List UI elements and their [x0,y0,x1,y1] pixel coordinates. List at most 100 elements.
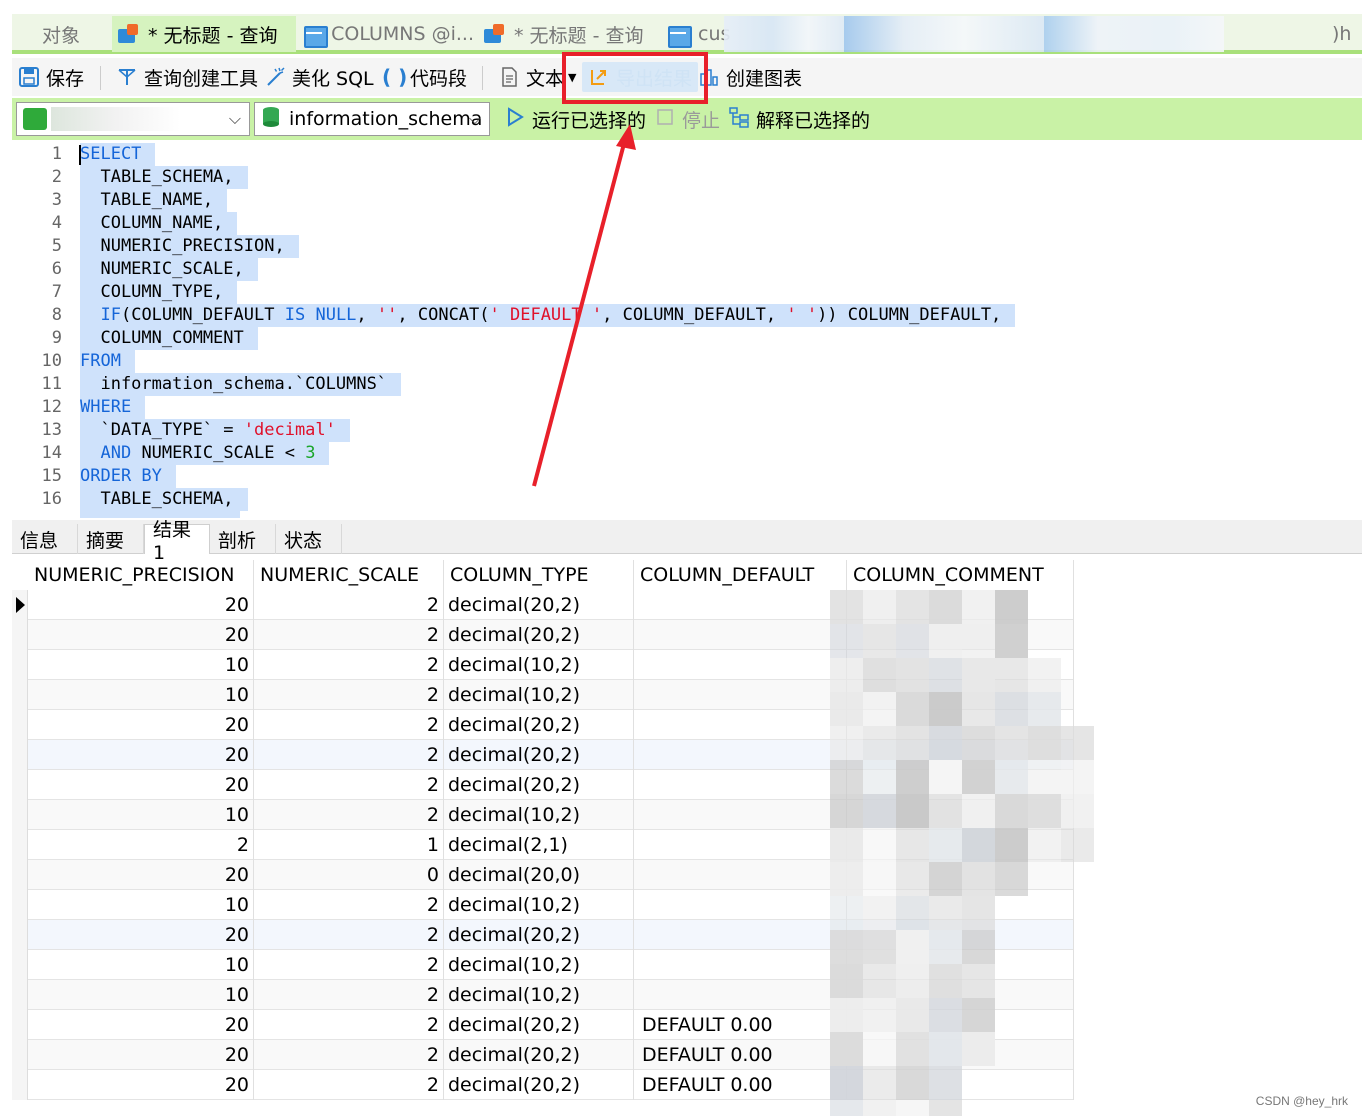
cell-column-default[interactable] [634,950,847,980]
cell-numeric-precision[interactable]: 20 [28,770,254,800]
cell-column-default[interactable] [634,620,847,650]
cell-column-type[interactable]: decimal(10,2) [444,650,634,680]
cell-column-default[interactable] [634,710,847,740]
cell-column-type[interactable]: decimal(10,2) [444,680,634,710]
cell-column-type[interactable]: decimal(10,2) [444,800,634,830]
tab-info[interactable]: 信息 [12,524,78,554]
tab-result-1[interactable]: 结果 1 [144,519,210,564]
stop-label: 停止 [682,109,721,132]
column-header[interactable]: COLUMN_COMMENT [847,560,1074,590]
column-header[interactable]: NUMERIC_PRECISION [28,560,254,590]
create-chart-label: 创建图表 [726,67,803,90]
cell-numeric-scale[interactable]: 2 [254,890,444,920]
cell-column-type[interactable]: decimal(20,2) [444,710,634,740]
cell-column-type[interactable]: decimal(10,2) [444,890,634,920]
cell-numeric-precision[interactable]: 20 [28,1070,254,1100]
tab-untitled-query[interactable]: * 无标题 - 查询 [478,16,658,52]
cell-column-type[interactable]: decimal(20,0) [444,860,634,890]
explain-selected-button[interactable]: 解释已选择的 [728,104,870,134]
cell-numeric-scale[interactable]: 2 [254,620,444,650]
tab-status[interactable]: 状态 [276,524,342,554]
cell-column-default[interactable] [634,740,847,770]
column-header[interactable]: NUMERIC_SCALE [254,560,444,590]
sql-editor[interactable]: 1 SELECT 2 TABLE_SCHEMA, 3 TABLE_NAME, 4 … [12,142,1362,518]
cell-numeric-precision[interactable]: 2 [28,830,254,860]
cell-numeric-precision[interactable]: 20 [28,1040,254,1070]
cell-numeric-precision[interactable]: 10 [28,890,254,920]
save-button[interactable]: 保存 [18,62,84,92]
cell-column-default[interactable] [634,800,847,830]
cell-column-default[interactable] [634,980,847,1010]
cell-numeric-precision[interactable]: 10 [28,680,254,710]
run-selected-button[interactable]: 运行已选择的 [504,104,646,134]
cell-column-default[interactable] [634,590,847,620]
tab-columns-table[interactable]: COLUMNS @i... [298,16,474,52]
cell-numeric-scale[interactable]: 2 [254,650,444,680]
code-snippet-button[interactable]: ( ) 代码段 [382,62,467,92]
cell-numeric-precision[interactable]: 20 [28,740,254,770]
cell-numeric-scale[interactable]: 2 [254,740,444,770]
cell-numeric-precision[interactable]: 10 [28,950,254,980]
query-builder-button[interactable]: 查询创建工具 [116,62,258,92]
cell-numeric-precision[interactable]: 20 [28,1010,254,1040]
pixelation-block [929,1032,962,1066]
pixelation-block [830,726,863,760]
tab-truncated[interactable]: )h [1330,16,1362,52]
tab-untitled-query-active[interactable]: * 无标题 - 查询 [112,16,296,52]
cell-numeric-precision[interactable]: 10 [28,650,254,680]
cell-column-type[interactable]: decimal(20,2) [444,920,634,950]
cell-numeric-scale[interactable]: 2 [254,1070,444,1100]
cell-column-type[interactable]: decimal(20,2) [444,1010,634,1040]
cell-numeric-scale[interactable]: 0 [254,860,444,890]
cell-column-default[interactable] [634,890,847,920]
cell-numeric-scale[interactable]: 2 [254,710,444,740]
cell-numeric-scale[interactable]: 2 [254,680,444,710]
cell-numeric-precision[interactable]: 20 [28,920,254,950]
cell-column-type[interactable]: decimal(2,1) [444,830,634,860]
cell-column-type[interactable]: decimal(20,2) [444,1040,634,1070]
cell-column-default[interactable] [634,650,847,680]
cell-numeric-scale[interactable]: 2 [254,1010,444,1040]
cell-numeric-scale[interactable]: 2 [254,590,444,620]
watermark: CSDN @hey_hrk [1255,1094,1348,1108]
cell-numeric-scale[interactable]: 2 [254,980,444,1010]
cell-numeric-scale[interactable]: 2 [254,800,444,830]
query-builder-label: 查询创建工具 [144,67,259,90]
cell-numeric-scale[interactable]: 2 [254,1040,444,1070]
tab-profile[interactable]: 剖析 [210,524,276,554]
cell-column-type[interactable]: decimal(20,2) [444,1070,634,1100]
cell-column-type[interactable]: decimal(10,2) [444,980,634,1010]
cell-numeric-scale[interactable]: 2 [254,950,444,980]
cell-numeric-precision[interactable]: 10 [28,980,254,1010]
beautify-sql-button[interactable]: 美化 SQL [264,62,374,92]
pixelation-block [863,998,896,1032]
cell-column-default[interactable]: DEFAULT 0.00 [634,1010,847,1040]
database-select[interactable]: information_schema ⌵ [254,102,490,136]
cell-numeric-precision[interactable]: 10 [28,800,254,830]
stop-button[interactable]: 停止 [654,104,720,134]
cell-column-default[interactable] [634,680,847,710]
cell-column-type[interactable]: decimal(20,2) [444,740,634,770]
column-header[interactable]: COLUMN_DEFAULT [634,560,847,590]
cell-numeric-scale[interactable]: 2 [254,770,444,800]
cell-column-type[interactable]: decimal(10,2) [444,950,634,980]
cell-column-default[interactable] [634,770,847,800]
cell-numeric-precision[interactable]: 20 [28,620,254,650]
column-header[interactable]: COLUMN_TYPE [444,560,634,590]
tab-summary[interactable]: 摘要 [78,524,144,554]
cell-numeric-precision[interactable]: 20 [28,590,254,620]
cell-column-type[interactable]: decimal(20,2) [444,620,634,650]
cell-column-default[interactable] [634,830,847,860]
cell-column-type[interactable]: decimal(20,2) [444,590,634,620]
cell-numeric-scale[interactable]: 2 [254,920,444,950]
cell-column-default[interactable] [634,860,847,890]
cell-numeric-precision[interactable]: 20 [28,710,254,740]
cell-numeric-scale[interactable]: 1 [254,830,444,860]
cell-column-type[interactable]: decimal(20,2) [444,770,634,800]
connection-select[interactable]: ⌵ [16,102,250,136]
cell-column-default[interactable]: DEFAULT 0.00 [634,1040,847,1070]
cell-numeric-precision[interactable]: 20 [28,860,254,890]
cell-column-default[interactable]: DEFAULT 0.00 [634,1070,847,1100]
cell-column-default[interactable] [634,920,847,950]
create-chart-button[interactable]: 创建图表 [698,62,802,92]
